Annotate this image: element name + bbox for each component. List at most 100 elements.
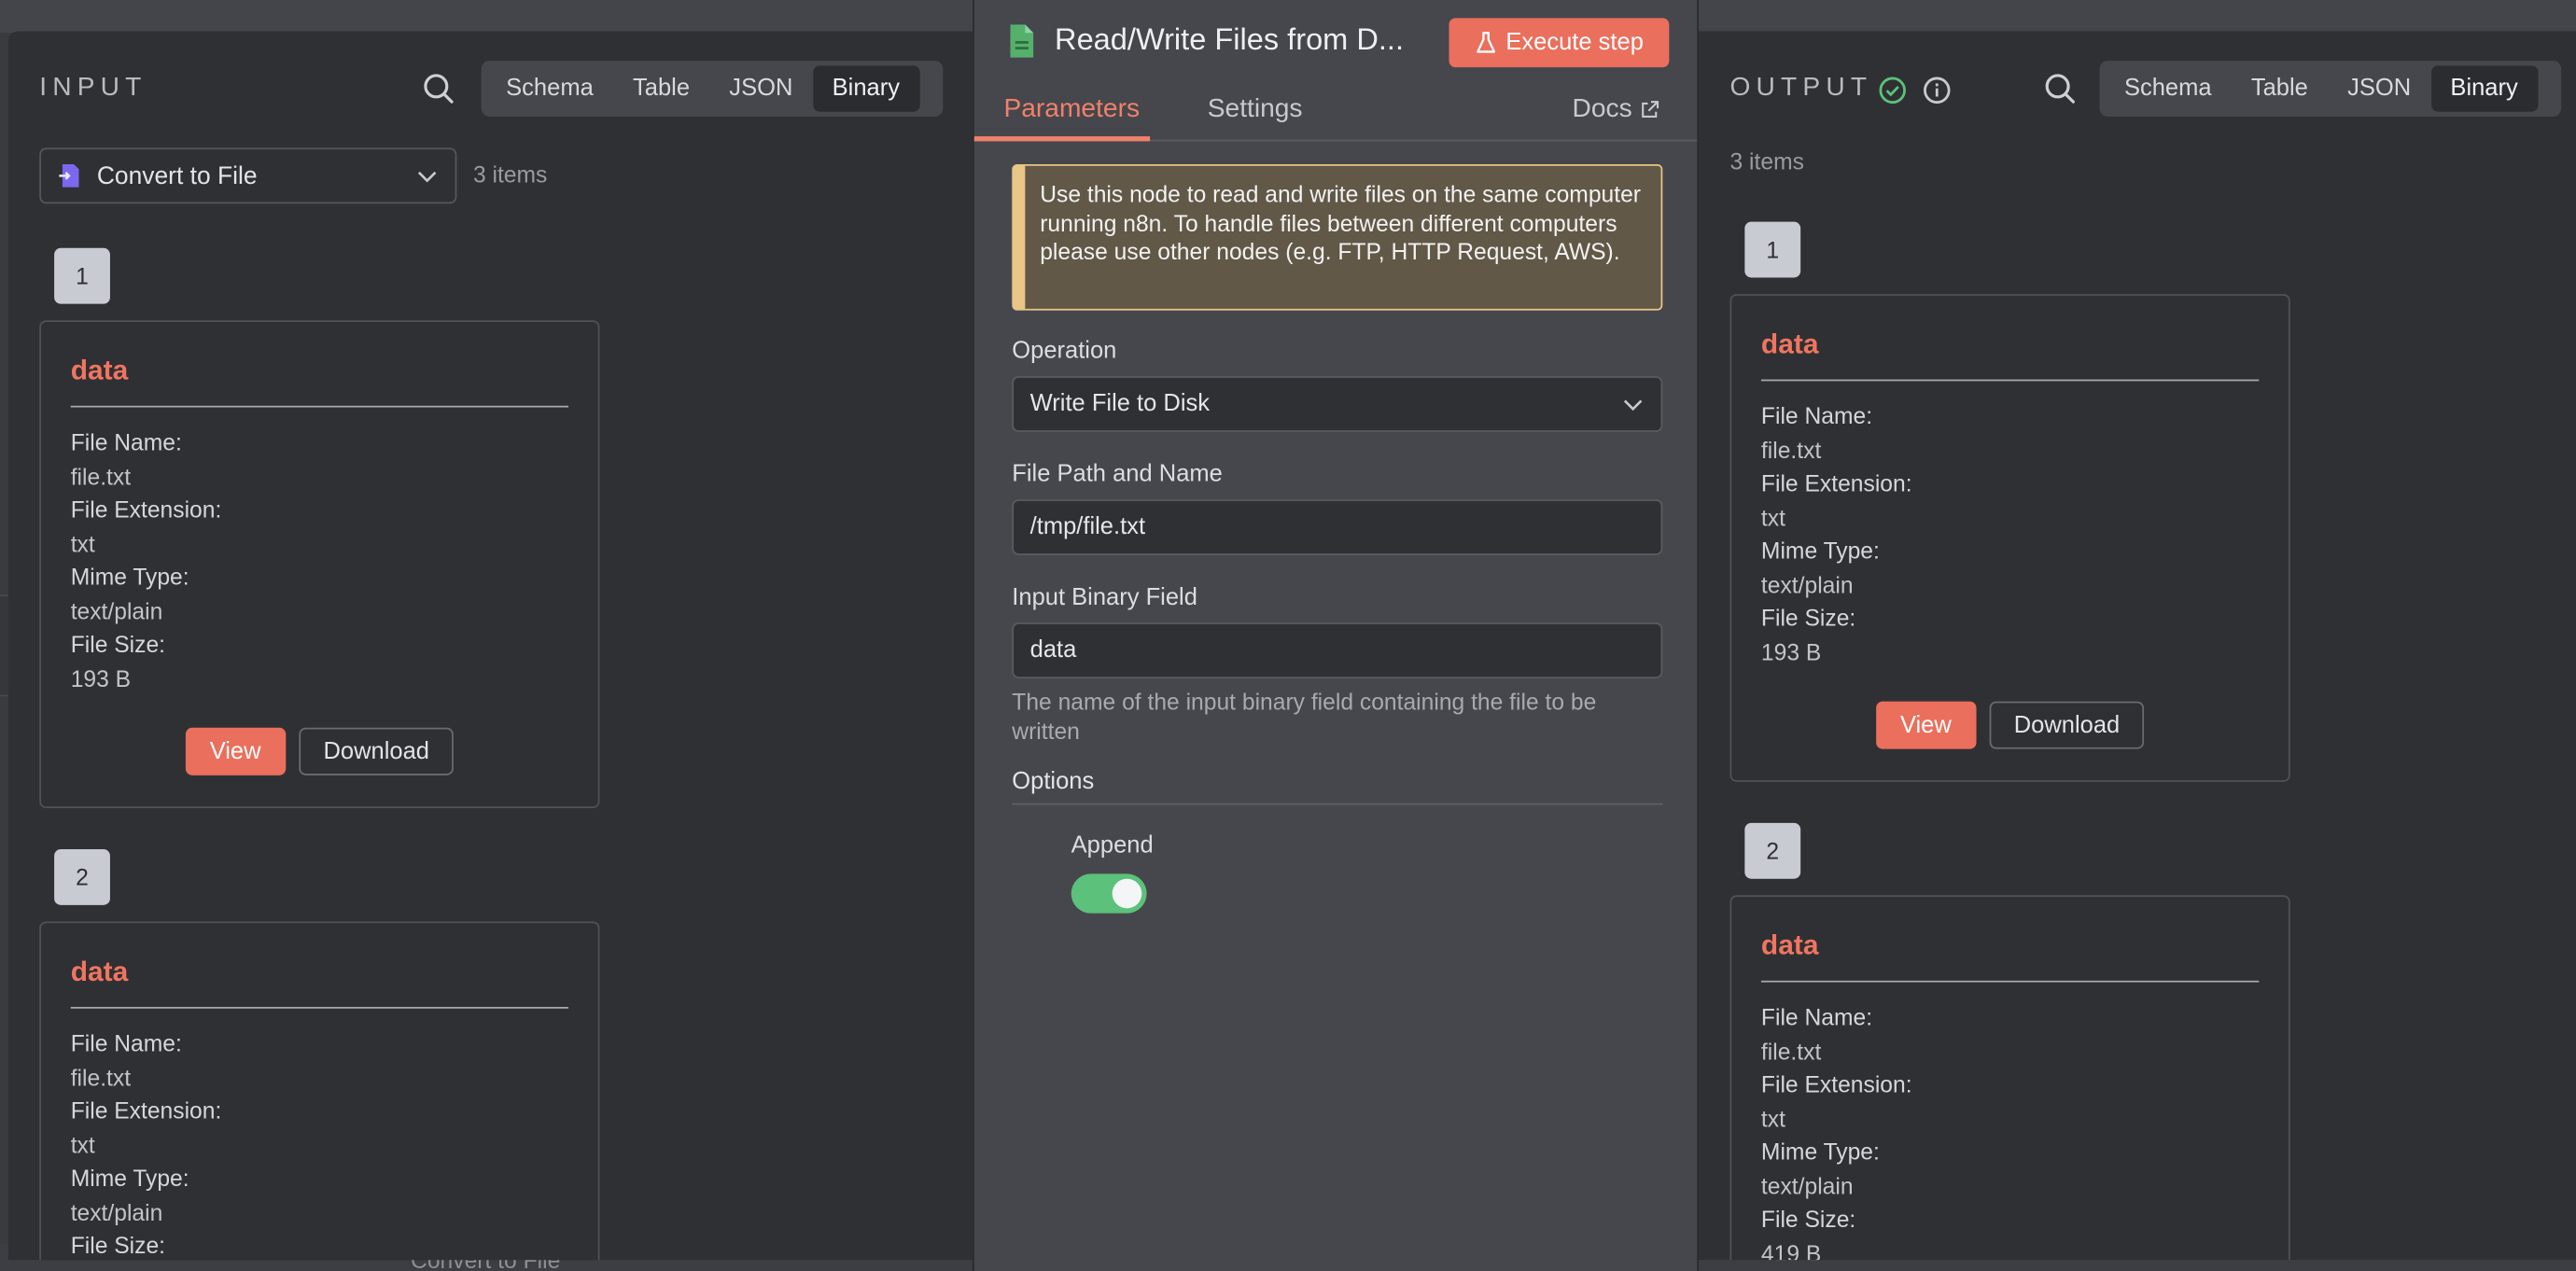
file-name-label: File Name:	[1760, 402, 1873, 429]
input-panel-title: INPUT	[39, 74, 147, 103]
item-index-badge: 2	[54, 849, 110, 905]
file-name-value: file.txt	[1760, 436, 1822, 463]
operation-label: Operation	[1012, 338, 1117, 365]
tab-settings[interactable]: Settings	[1208, 95, 1303, 125]
output-view-switcher: Schema Table JSON Binary	[2099, 61, 2562, 117]
mime-type-label: Mime Type:	[1760, 1138, 1880, 1165]
binary-card-title: data	[1760, 897, 2260, 983]
output-view-binary[interactable]: Binary	[2430, 65, 2538, 112]
view-button[interactable]: View	[1875, 701, 1977, 749]
node-tabs: Parameters Settings Docs	[973, 86, 1698, 142]
file-extension-value: txt	[70, 529, 95, 556]
input-view-binary[interactable]: Binary	[812, 65, 920, 112]
file-extension-label: File Extension:	[70, 496, 222, 523]
output-items-count: 3 items	[1729, 147, 1804, 175]
mime-type-label: Mime Type:	[70, 1164, 189, 1192]
input-node-select-value: Convert to File	[96, 161, 258, 190]
active-tab-indicator	[973, 136, 1151, 142]
file-size-label: File Size:	[70, 630, 166, 658]
output-view-json[interactable]: JSON	[2328, 65, 2430, 111]
file-extension-value: txt	[1760, 1104, 1785, 1131]
file-size-value: 419 B	[1760, 1239, 1822, 1261]
view-button[interactable]: View	[185, 727, 286, 775]
input-view-json[interactable]: JSON	[709, 65, 812, 111]
item-index-badge: 1	[1744, 221, 1801, 278]
file-name-label: File Name:	[70, 1029, 182, 1056]
file-node-icon	[1010, 24, 1034, 58]
binary-card-title: data	[70, 322, 569, 408]
item-index-badge: 2	[1744, 822, 1801, 879]
mime-type-value: text/plain	[1760, 570, 1854, 597]
execute-step-label: Execute step	[1505, 29, 1644, 56]
flask-icon	[1476, 32, 1495, 53]
execute-step-button[interactable]: Execute step	[1449, 18, 1670, 68]
download-button[interactable]: Download	[1989, 701, 2145, 749]
binary-metadata: File Name: file.txt File Extension: txt …	[1761, 983, 2259, 1260]
input-panel: INPUT Schema Table JSON Binary Convert t…	[7, 31, 973, 1261]
success-check-icon	[1879, 77, 1907, 105]
binary-card-title: data	[1760, 296, 2260, 382]
output-view-schema[interactable]: Schema	[2105, 65, 2232, 111]
toggle-knob	[1112, 878, 1142, 909]
info-icon[interactable]	[1922, 76, 1952, 105]
input-node-select[interactable]: Convert to File	[39, 147, 457, 204]
node-info-notice: Use this node to read and write files on…	[1012, 164, 1663, 311]
operation-value: Write File to Disk	[1029, 390, 1211, 418]
file-name-value: file.txt	[70, 462, 132, 489]
file-size-label: File Size:	[1760, 1205, 1856, 1233]
search-icon[interactable]	[2042, 71, 2079, 107]
convert-file-icon	[59, 164, 79, 188]
external-link-icon	[1642, 101, 1659, 119]
input-view-table[interactable]: Table	[613, 65, 709, 111]
file-name-value: file.txt	[1760, 1037, 1822, 1064]
output-view-table[interactable]: Table	[2232, 65, 2328, 111]
search-icon[interactable]	[421, 71, 457, 107]
binary-metadata: File Name: file.txt File Extension: txt …	[1761, 381, 2259, 668]
docs-label: Docs	[1572, 95, 1632, 124]
file-size-value: 193 B	[1760, 637, 1822, 665]
mime-type-value: text/plain	[70, 1198, 163, 1225]
file-path-input[interactable]: /tmp/file.txt	[1012, 499, 1663, 555]
binary-field-hint: The name of the input binary field conta…	[1012, 688, 1597, 745]
item-index-badge: 1	[54, 247, 110, 304]
input-items-count: 3 items	[472, 161, 548, 188]
file-extension-label: File Extension:	[1760, 1070, 1912, 1097]
node-title[interactable]: Read/Write Files from D...	[1055, 21, 1404, 58]
append-label: Append	[1071, 832, 1154, 859]
file-name-label: File Name:	[1760, 1003, 1873, 1030]
input-view-schema[interactable]: Schema	[486, 65, 613, 111]
file-size-label: File Size:	[1760, 604, 1856, 631]
docs-link[interactable]: Docs	[1573, 95, 1660, 125]
file-extension-label: File Extension:	[1760, 469, 1912, 496]
chevron-down-icon	[1623, 399, 1643, 412]
file-path-label: File Path and Name	[1012, 461, 1223, 488]
chevron-down-icon	[417, 171, 437, 183]
file-extension-value: txt	[1760, 503, 1785, 530]
binary-card: data File Name: file.txt File Extension:…	[39, 921, 600, 1261]
file-extension-label: File Extension:	[70, 1096, 222, 1124]
binary-metadata: File Name: file.txt File Extension: txt …	[71, 1009, 568, 1260]
binary-metadata: File Name: file.txt File Extension: txt …	[71, 408, 568, 695]
tab-parameters[interactable]: Parameters	[1003, 95, 1140, 125]
input-view-switcher: Schema Table JSON Binary	[481, 61, 944, 117]
file-name-value: file.txt	[70, 1063, 132, 1090]
file-size-value: 193 B	[70, 664, 132, 691]
file-name-label: File Name:	[70, 428, 182, 455]
binary-field-input[interactable]: data	[1012, 622, 1663, 678]
file-extension-value: txt	[70, 1130, 95, 1158]
mime-type-value: text/plain	[70, 596, 163, 623]
mime-type-label: Mime Type:	[70, 563, 189, 590]
node-settings-panel: Read/Write Files from D... Execute step …	[973, 0, 1700, 1271]
binary-card-title: data	[70, 923, 569, 1009]
binary-card: data File Name: file.txt File Extension:…	[39, 320, 600, 809]
binary-field-label: Input Binary Field	[1012, 584, 1197, 611]
output-panel: OUTPUT Schema Table JSON Binary 3 items …	[1699, 31, 2576, 1261]
mime-type-label: Mime Type:	[1760, 537, 1880, 564]
operation-select[interactable]: Write File to Disk	[1012, 376, 1663, 432]
mime-type-value: text/plain	[1760, 1171, 1854, 1199]
download-button[interactable]: Download	[299, 727, 455, 775]
binary-card: data File Name: file.txt File Extension:…	[1729, 294, 2290, 782]
file-size-label: File Size:	[70, 1232, 166, 1259]
append-toggle[interactable]	[1071, 873, 1147, 914]
options-divider	[1012, 803, 1663, 805]
